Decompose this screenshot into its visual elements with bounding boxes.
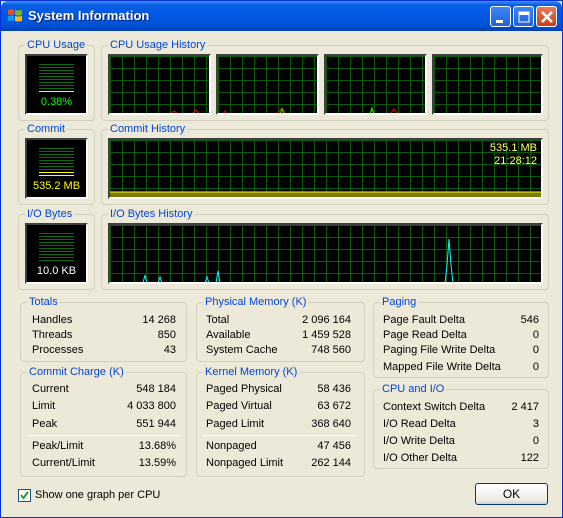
cpu-usage-history-label: CPU Usage History bbox=[108, 39, 208, 51]
title-bar[interactable]: System Information bbox=[1, 1, 562, 31]
system-information-window: System Information CPU Usage 0.38% CPU U… bbox=[0, 0, 563, 518]
show-one-graph-per-cpu-checkbox[interactable] bbox=[18, 489, 31, 502]
commit-history-group: Commit History 535.1 MB 21:28:12 bbox=[101, 123, 549, 205]
cpu-graph-1 bbox=[108, 54, 211, 115]
commit-overlay-value: 535.1 MB bbox=[489, 142, 537, 154]
kernel-memory-group: Kernel Memory (K) Paged Physical 58 436 P… bbox=[196, 366, 365, 477]
io-bytes-value: 10.0 KB bbox=[36, 265, 77, 277]
cpu-usage-fill bbox=[39, 91, 74, 94]
checkmark-icon bbox=[20, 491, 29, 500]
cpu-graph-4 bbox=[432, 54, 543, 115]
windows-logo-icon bbox=[8, 9, 22, 22]
show-one-graph-per-cpu-label[interactable]: Show one graph per CPU bbox=[35, 489, 160, 501]
commit-gauge: 535.2 MB bbox=[25, 138, 88, 199]
cpu-usage-gauge: 0.38% bbox=[25, 54, 88, 115]
physical-memory-group: Physical Memory (K) Total 2 096 164 Avail… bbox=[196, 296, 365, 362]
io-bytes-label: I/O Bytes bbox=[25, 208, 75, 220]
commit-history-label: Commit History bbox=[108, 123, 188, 135]
maximize-button[interactable] bbox=[513, 6, 534, 27]
cpu-usage-group: CPU Usage 0.38% bbox=[18, 39, 95, 121]
minimize-button[interactable] bbox=[490, 6, 511, 27]
physical-memory-label: Physical Memory (K) bbox=[203, 296, 309, 308]
kernel-memory-label: Kernel Memory (K) bbox=[203, 366, 300, 378]
cpu-and-io-label: CPU and I/O bbox=[380, 383, 447, 395]
cpu-graph-2 bbox=[216, 54, 319, 115]
cpu-usage-label: CPU Usage bbox=[25, 39, 88, 51]
io-history-group: I/O Bytes History bbox=[101, 208, 549, 290]
window-title: System Information bbox=[28, 8, 150, 23]
cpu-usage-value: 0.38% bbox=[40, 96, 73, 108]
commit-charge-group: Commit Charge (K) Current 548 184 Limit 4 … bbox=[20, 366, 187, 477]
ok-button[interactable]: OK bbox=[475, 483, 548, 505]
commit-value: 535.2 MB bbox=[32, 180, 81, 192]
commit-group: Commit 535.2 MB bbox=[18, 123, 95, 205]
paging-label: Paging bbox=[380, 296, 419, 308]
commit-fill bbox=[39, 172, 74, 178]
close-button[interactable] bbox=[536, 6, 557, 27]
cpu-graph-3 bbox=[324, 54, 427, 115]
kernel-divider bbox=[203, 435, 355, 436]
paging-group: Paging Page Fault Delta 546 Page Read Del… bbox=[373, 296, 549, 378]
commit-label: Commit bbox=[25, 123, 67, 135]
commit-charge-label: Commit Charge (K) bbox=[27, 366, 126, 378]
minimize-icon bbox=[496, 20, 503, 23]
cpu-usage-history-group: CPU Usage History bbox=[101, 39, 549, 121]
close-icon bbox=[541, 11, 553, 23]
io-bytes-gauge: 10.0 KB bbox=[25, 223, 88, 284]
commit-charge-divider bbox=[29, 435, 179, 436]
io-history-graph bbox=[108, 223, 543, 284]
totals-group: Totals Handles 14 268 Threads 850 Processe… bbox=[20, 296, 187, 362]
commit-history-graph: 535.1 MB 21:28:12 bbox=[108, 138, 543, 199]
io-bytes-group: I/O Bytes 10.0 KB bbox=[18, 208, 95, 290]
maximize-icon bbox=[518, 11, 530, 23]
cpu-and-io-group: CPU and I/O Context Switch Delta 2 417 I/… bbox=[373, 383, 549, 469]
io-history-label: I/O Bytes History bbox=[108, 208, 195, 220]
commit-overlay-time: 21:28:12 bbox=[494, 155, 537, 167]
totals-label: Totals bbox=[27, 296, 60, 308]
